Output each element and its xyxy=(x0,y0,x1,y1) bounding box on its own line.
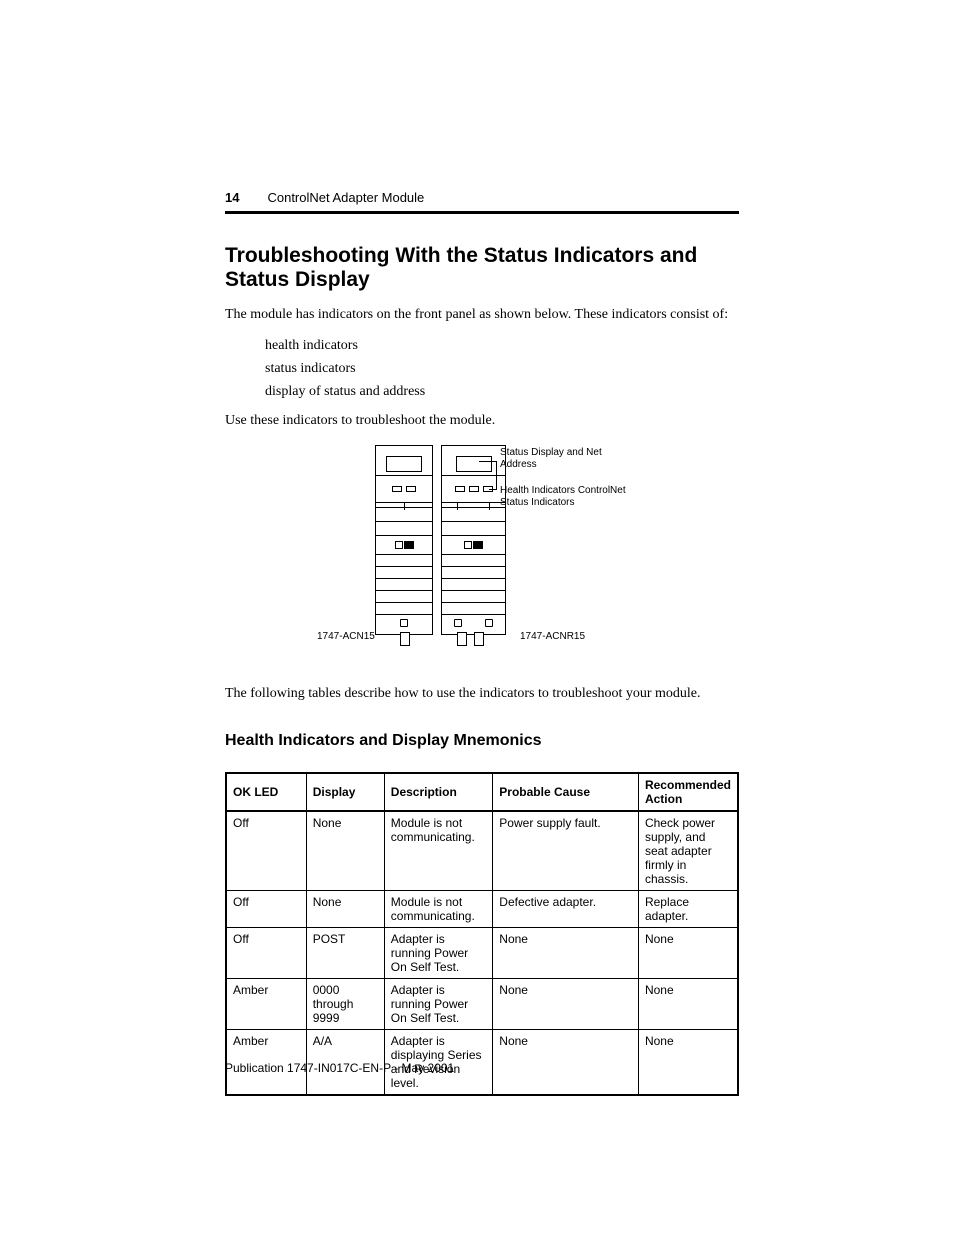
module-diagram: Status Display and Net Address Health In… xyxy=(225,441,739,667)
page-header: 14 ControlNet Adapter Module xyxy=(225,190,739,205)
cell: None xyxy=(493,1029,639,1095)
th-probable-cause: Probable Cause xyxy=(493,773,639,811)
cell: None xyxy=(306,811,384,891)
bullet-item: display of status and address xyxy=(265,381,739,402)
cell: None xyxy=(493,978,639,1029)
cell: Adapter is running Power On Self Test. xyxy=(384,978,493,1029)
label-right-model: 1747-ACNR15 xyxy=(520,631,585,643)
bullet-list: health indicators status indicators disp… xyxy=(265,335,739,402)
label-left-model: 1747-ACN15 xyxy=(317,631,375,643)
cell: Module is not communicating. xyxy=(384,890,493,927)
cell: Defective adapter. xyxy=(493,890,639,927)
bullet-item: health indicators xyxy=(265,335,739,356)
cell: None xyxy=(638,927,738,978)
cell: POST xyxy=(306,927,384,978)
tables-intro: The following tables describe how to use… xyxy=(225,685,739,704)
cell: Power supply fault. xyxy=(493,811,639,891)
table-header-row: OK LED Display Description Probable Caus… xyxy=(226,773,738,811)
use-indicators-line: Use these indicators to troubleshoot the… xyxy=(225,412,739,431)
cell: Module is not communicating. xyxy=(384,811,493,891)
cell: 0000 through 9999 xyxy=(306,978,384,1029)
cell: Off xyxy=(226,890,306,927)
bullet-item: status indicators xyxy=(265,358,739,379)
publication-footer: Publication 1747-IN017C-EN-P - May 2001 xyxy=(225,1061,454,1075)
cell: Adapter is running Power On Self Test. xyxy=(384,927,493,978)
cell: Replace adapter. xyxy=(638,890,738,927)
module-left xyxy=(375,445,433,635)
subheading: Health Indicators and Display Mnemonics xyxy=(225,732,739,750)
cell: Off xyxy=(226,811,306,891)
cell: None xyxy=(638,1029,738,1095)
intro-paragraph: The module has indicators on the front p… xyxy=(225,306,739,325)
th-display: Display xyxy=(306,773,384,811)
table-row: Amber 0000 through 9999 Adapter is runni… xyxy=(226,978,738,1029)
section-title: Troubleshooting With the Status Indicato… xyxy=(225,244,739,292)
cell: Check power supply, and seat adapter fir… xyxy=(638,811,738,891)
callout-health-indicators: Health Indicators ControlNet Status Indi… xyxy=(500,485,650,509)
header-rule xyxy=(225,211,739,214)
th-ok-led: OK LED xyxy=(226,773,306,811)
cell: Off xyxy=(226,927,306,978)
table-row: Off None Module is not communicating. Po… xyxy=(226,811,738,891)
doc-title: ControlNet Adapter Module xyxy=(267,190,424,205)
cell: None xyxy=(306,890,384,927)
th-description: Description xyxy=(384,773,493,811)
cell: None xyxy=(638,978,738,1029)
callout-status-display: Status Display and Net Address xyxy=(500,447,620,471)
th-recommended-action: Recommended Action xyxy=(638,773,738,811)
table-row: Off None Module is not communicating. De… xyxy=(226,890,738,927)
page-number: 14 xyxy=(225,190,239,205)
table-row: Off POST Adapter is running Power On Sel… xyxy=(226,927,738,978)
cell: None xyxy=(493,927,639,978)
health-indicators-table: OK LED Display Description Probable Caus… xyxy=(225,772,739,1096)
cell: Amber xyxy=(226,978,306,1029)
